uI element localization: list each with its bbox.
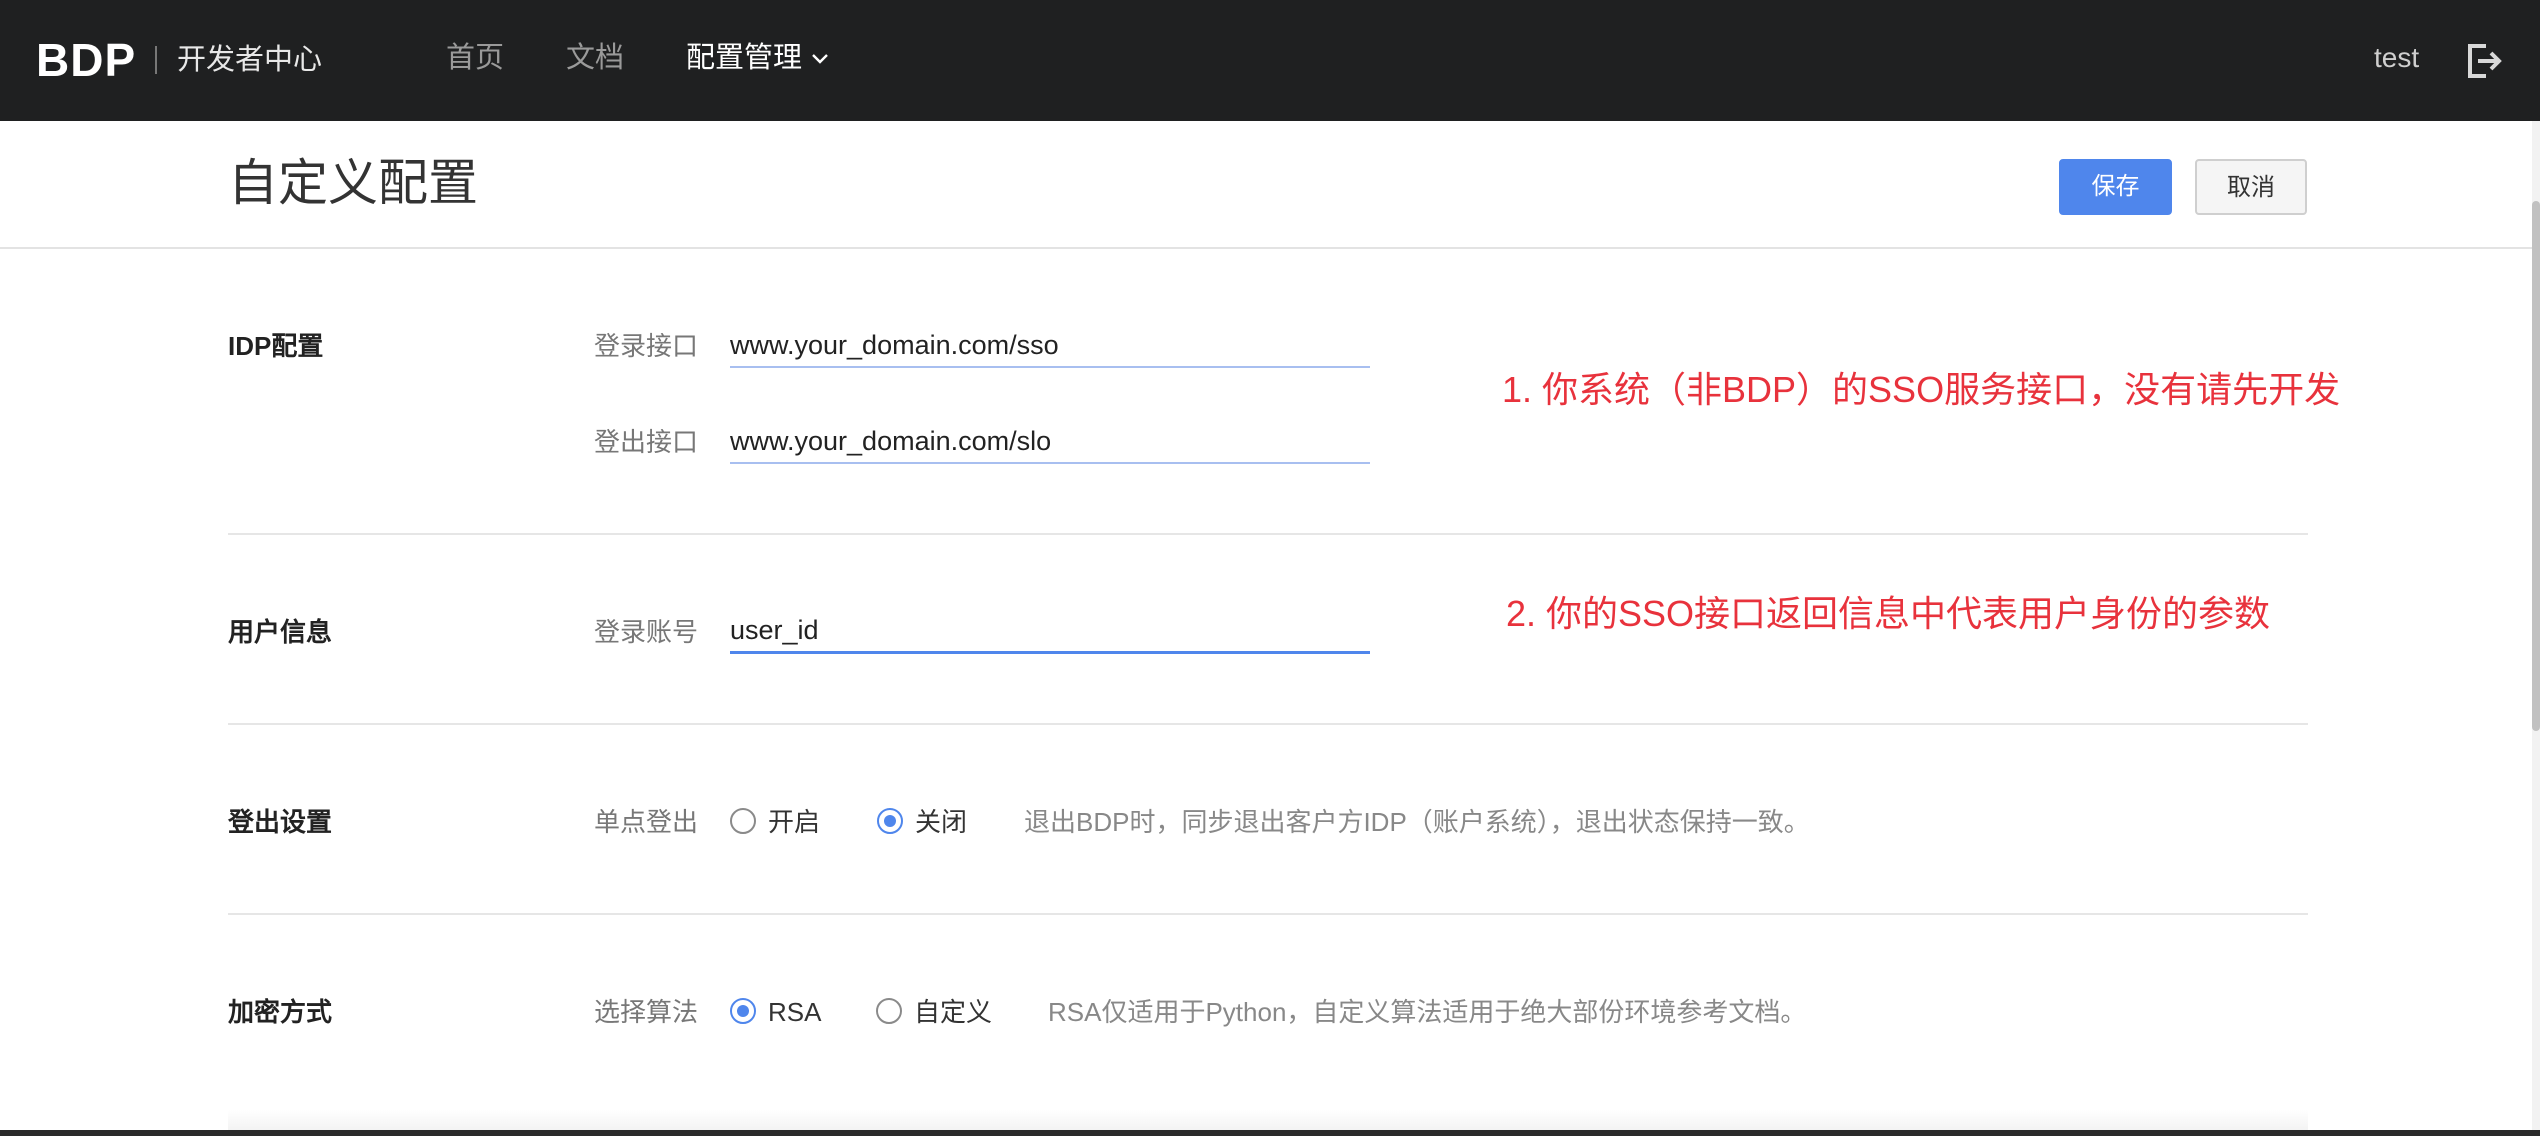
vertical-scrollbar[interactable]: [2532, 121, 2540, 1136]
logout-hint-text: 退出BDP时，同步退出客户方IDP（账户系统），退出状态保持一致。: [1024, 807, 1810, 837]
annotation-sso-endpoint: 1. 你系统（非BDP）的SSO服务接口，没有请先开发: [1502, 369, 2341, 410]
nav-home[interactable]: 首页: [446, 38, 504, 78]
bdp-logo[interactable]: BDP: [36, 34, 136, 86]
login-account-label: 登录账号: [594, 617, 699, 647]
top-nav-bar: BDP 开发者中心 首页 文档 配置管理 test: [0, 0, 2540, 121]
cancel-button[interactable]: 取消: [2195, 159, 2307, 215]
page-title: 自定义配置: [228, 155, 478, 211]
chevron-down-icon[interactable]: [808, 47, 832, 71]
radio-logout-off-label[interactable]: 关闭: [915, 804, 967, 840]
section-divider: [228, 533, 2308, 535]
login-account-input[interactable]: [730, 610, 1370, 654]
section-title-idp: IDP配置: [228, 331, 324, 361]
logout-endpoint-label: 登出接口: [594, 427, 699, 457]
logout-endpoint-input[interactable]: [730, 420, 1370, 464]
page-header: 自定义配置 保存 取消: [0, 121, 2532, 249]
encryption-hint-text: RSA仅适用于Python，自定义算法适用于绝大部份环境参考文档。: [1048, 997, 1807, 1027]
section-title-logout-settings: 登出设置: [228, 807, 333, 837]
radio-algorithm-custom-label[interactable]: 自定义: [914, 994, 992, 1030]
radio-logout-on-label[interactable]: 开启: [768, 804, 820, 840]
scrollbar-thumb[interactable]: [2532, 201, 2540, 731]
radio-algorithm-rsa[interactable]: [730, 998, 756, 1024]
section-title-encryption: 加密方式: [228, 997, 333, 1027]
login-endpoint-label: 登录接口: [594, 331, 699, 361]
annotation-user-param: 2. 你的SSO接口返回信息中代表用户身份的参数: [1506, 593, 2271, 634]
radio-logout-on[interactable]: [730, 808, 756, 834]
radio-algorithm-custom[interactable]: [876, 998, 902, 1024]
nav-config-management[interactable]: 配置管理: [686, 38, 802, 78]
section-divider: [228, 913, 2308, 915]
radio-algorithm-rsa-label[interactable]: RSA: [768, 994, 821, 1030]
save-button[interactable]: 保存: [2059, 159, 2172, 215]
section-title-user-info: 用户信息: [228, 617, 333, 647]
algorithm-label: 选择算法: [594, 997, 699, 1027]
section-divider: [228, 723, 2308, 725]
card-shadow: [228, 1110, 2308, 1130]
radio-logout-off[interactable]: [877, 808, 903, 834]
logout-icon[interactable]: [2464, 42, 2504, 80]
developer-center-label[interactable]: 开发者中心: [177, 40, 322, 80]
single-logout-label: 单点登出: [594, 807, 699, 837]
login-endpoint-input[interactable]: [730, 324, 1370, 368]
window-bottom-edge: [0, 1130, 2540, 1136]
username[interactable]: test: [2374, 38, 2419, 78]
nav-docs[interactable]: 文档: [566, 38, 624, 78]
logo-divider: [155, 46, 157, 74]
